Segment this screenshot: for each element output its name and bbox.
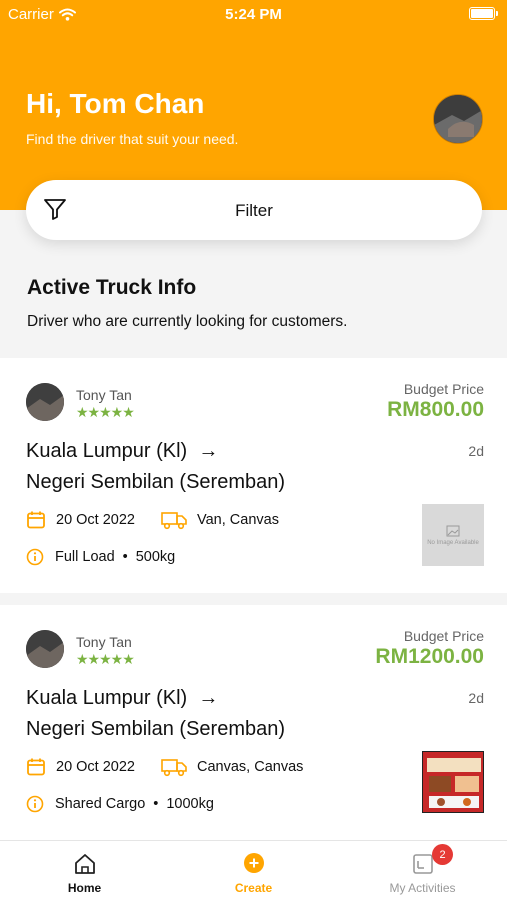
tab-bar: Home Create 2 My Activities	[0, 840, 507, 900]
status-bar: Carrier 5:24 PM	[0, 0, 507, 30]
truck-card[interactable]: Tony Tan ★★★★★ Budget Price RM1200.00 Ku…	[0, 605, 507, 840]
load-type: Full Load	[55, 549, 115, 565]
load-type: Shared Cargo	[55, 796, 146, 812]
vehicle-type: Van, Canvas	[197, 512, 279, 528]
posted-age: 2d	[468, 443, 484, 459]
pickup-date: 20 Oct 2022	[56, 759, 135, 775]
no-image-text: No Image Available	[427, 539, 479, 546]
rating-stars: ★★★★★	[76, 651, 135, 667]
route-to: Negeri Sembilan (Seremban)	[26, 718, 286, 740]
calendar-icon	[27, 511, 45, 529]
load-weight: 1000kg	[166, 796, 214, 812]
load-row: Shared Cargo • 1000kg	[26, 795, 214, 813]
home-icon	[75, 854, 95, 874]
route-to: Negeri Sembilan (Seremban)	[26, 471, 286, 493]
route: Kuala Lumpur (Kl) → Negeri Sembilan (Ser…	[26, 683, 285, 745]
calendar-icon	[27, 758, 45, 776]
budget-price: RM1200.00	[375, 645, 484, 668]
driver-name: Tony Tan	[76, 387, 132, 403]
route-from: Kuala Lumpur (Kl)	[26, 440, 188, 462]
tab-home-label: Home	[67, 881, 102, 895]
route: Kuala Lumpur (Kl) → Negeri Sembilan (Ser…	[26, 436, 285, 498]
section-title: Active Truck Info	[27, 276, 197, 299]
tab-home[interactable]: Home	[0, 841, 169, 900]
budget-price: RM800.00	[387, 398, 484, 421]
tab-create-label: Create	[234, 881, 273, 895]
vehicle-type: Canvas, Canvas	[197, 759, 304, 775]
route-from: Kuala Lumpur (Kl)	[26, 687, 188, 709]
driver-avatar	[26, 383, 64, 421]
rating-stars: ★★★★★	[76, 404, 135, 420]
info-icon	[26, 548, 44, 566]
separator-dot: •	[122, 549, 128, 565]
plus-circle-icon	[244, 853, 264, 873]
budget-label: Budget Price	[403, 628, 484, 644]
filter-label: Filter	[235, 201, 273, 220]
arrow-right-icon: →	[198, 687, 219, 709]
notification-badge: 2	[432, 844, 453, 865]
posted-age: 2d	[468, 690, 484, 706]
pickup-date: 20 Oct 2022	[56, 512, 135, 528]
truck-icon	[161, 759, 187, 777]
driver-name: Tony Tan	[76, 634, 132, 650]
user-avatar[interactable]	[433, 94, 483, 144]
cargo-thumbnail[interactable]: No Image Available	[422, 504, 484, 566]
date-vehicle-row: 20 Oct 2022 Van, Canvas	[26, 510, 279, 530]
greeting: Hi, Tom Chan	[26, 88, 205, 119]
separator-dot: •	[153, 796, 159, 812]
tab-my-activities-label: My Activities	[389, 881, 456, 895]
date-vehicle-row: 20 Oct 2022 Canvas, Canvas	[26, 757, 303, 777]
header: Carrier 5:24 PM Hi, Tom Chan Find the dr…	[0, 0, 507, 210]
filter-button[interactable]: Filter	[26, 180, 482, 240]
tab-my-activities[interactable]: 2 My Activities	[338, 841, 507, 900]
tab-create[interactable]: Create	[169, 841, 338, 900]
load-weight: 500kg	[135, 549, 176, 565]
arrow-right-icon: →	[198, 440, 219, 462]
truck-icon	[161, 512, 187, 530]
driver-avatar	[26, 630, 64, 668]
clock: 5:24 PM	[225, 6, 282, 23]
section-subtitle: Driver who are currently looking for cus…	[27, 313, 348, 330]
load-row: Full Load • 500kg	[26, 548, 175, 566]
budget-label: Budget Price	[403, 381, 484, 397]
cargo-photo	[423, 752, 483, 812]
cargo-thumbnail[interactable]	[422, 751, 484, 813]
battery-icon	[469, 7, 498, 20]
image-placeholder-icon	[446, 525, 460, 536]
truck-card[interactable]: Tony Tan ★★★★★ Budget Price RM800.00 Kua…	[0, 358, 507, 593]
info-icon	[26, 795, 44, 813]
header-subtitle: Find the driver that suit your need.	[26, 131, 239, 147]
